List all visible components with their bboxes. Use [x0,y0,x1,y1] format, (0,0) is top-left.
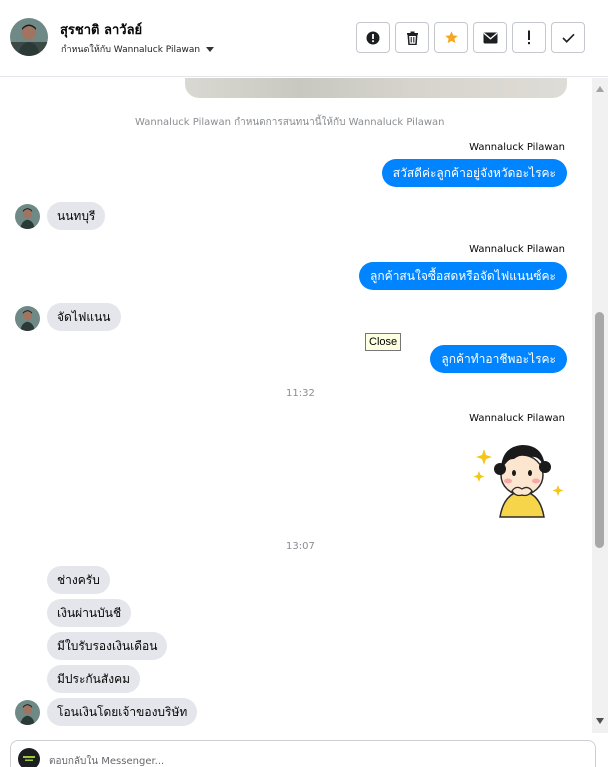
reply-input[interactable] [49,751,569,767]
outgoing-message[interactable]: ลูกค้าทำอาชีพอะไรคะ [430,345,567,373]
sender-label: Wannaluck Pilawan [469,142,565,153]
sender-label: Wannaluck Pilawan [469,413,565,424]
contact-avatar-small [15,700,40,725]
action-toolbar [356,22,585,53]
envelope-icon [483,32,497,43]
contact-name: สุรชาติ ลาวัลย์ [60,23,143,38]
outgoing-message[interactable]: ลูกค้าสนใจซื้อสดหรือจัดไฟแนนซ์คะ [359,262,567,290]
scrollbar-thumb[interactable] [595,312,604,548]
timestamp: 13:07 [286,541,315,552]
timestamp: 11:32 [286,388,315,399]
close-tooltip: Close [365,333,402,351]
incoming-message[interactable]: เงินผ่านบันชี [47,599,132,627]
trash-icon [406,31,418,45]
scroll-up-arrow-icon[interactable] [596,86,604,92]
outgoing-message[interactable]: สวัสดีค่ะลูกค้าอยู่จังหวัดอะไรคะ [381,159,567,187]
report-button[interactable] [356,22,390,53]
contact-avatar-small [15,306,40,331]
star-icon [444,31,458,44]
incoming-message[interactable]: ช่างครับ [47,566,110,594]
caret-down-icon [206,46,215,52]
mark-done-button[interactable] [551,22,585,53]
incoming-message[interactable]: มีใบรับรองเงินเดือน [47,632,168,660]
incoming-message[interactable]: โอนเงินโดยเจ้าของบริษัท [47,698,198,726]
page-avatar [18,748,40,767]
check-icon [561,33,575,43]
contact-avatar-small [15,204,40,229]
mark-unread-button[interactable] [473,22,507,53]
incoming-message[interactable]: นนทบุรี [47,202,106,230]
star-button[interactable] [434,22,468,53]
sender-label: Wannaluck Pilawan [469,244,565,255]
spam-button[interactable] [512,22,546,53]
assign-dropdown[interactable]: กำหนดให้กับ Wannaluck Pilawan [61,42,215,56]
girl-sticker-icon[interactable] [470,433,570,523]
system-message: Wannaluck Pilawan กำหนดการสนทนานี้ให้กับ… [135,117,445,128]
exclamation-icon [528,30,530,45]
report-icon [366,31,380,44]
assigned-label: กำหนดให้กับ Wannaluck Pilawan [61,45,201,55]
incoming-message[interactable]: จัดไฟแนน [47,303,121,331]
incoming-message[interactable]: มีประกันสังคม [47,665,141,693]
conversation-header: สุรชาติ ลาวัลย์ กำหนดให้กับ Wannaluck Pi… [0,0,608,77]
message-thread: Wannaluck Pilawan กำหนดการสนทนานี้ให้กับ… [0,78,592,732]
scrollbar[interactable] [592,78,608,733]
contact-avatar[interactable] [10,18,48,56]
shared-image-preview[interactable] [185,78,567,98]
scroll-down-arrow-icon[interactable] [596,718,604,724]
delete-button[interactable] [395,22,429,53]
reply-composer [10,740,596,767]
